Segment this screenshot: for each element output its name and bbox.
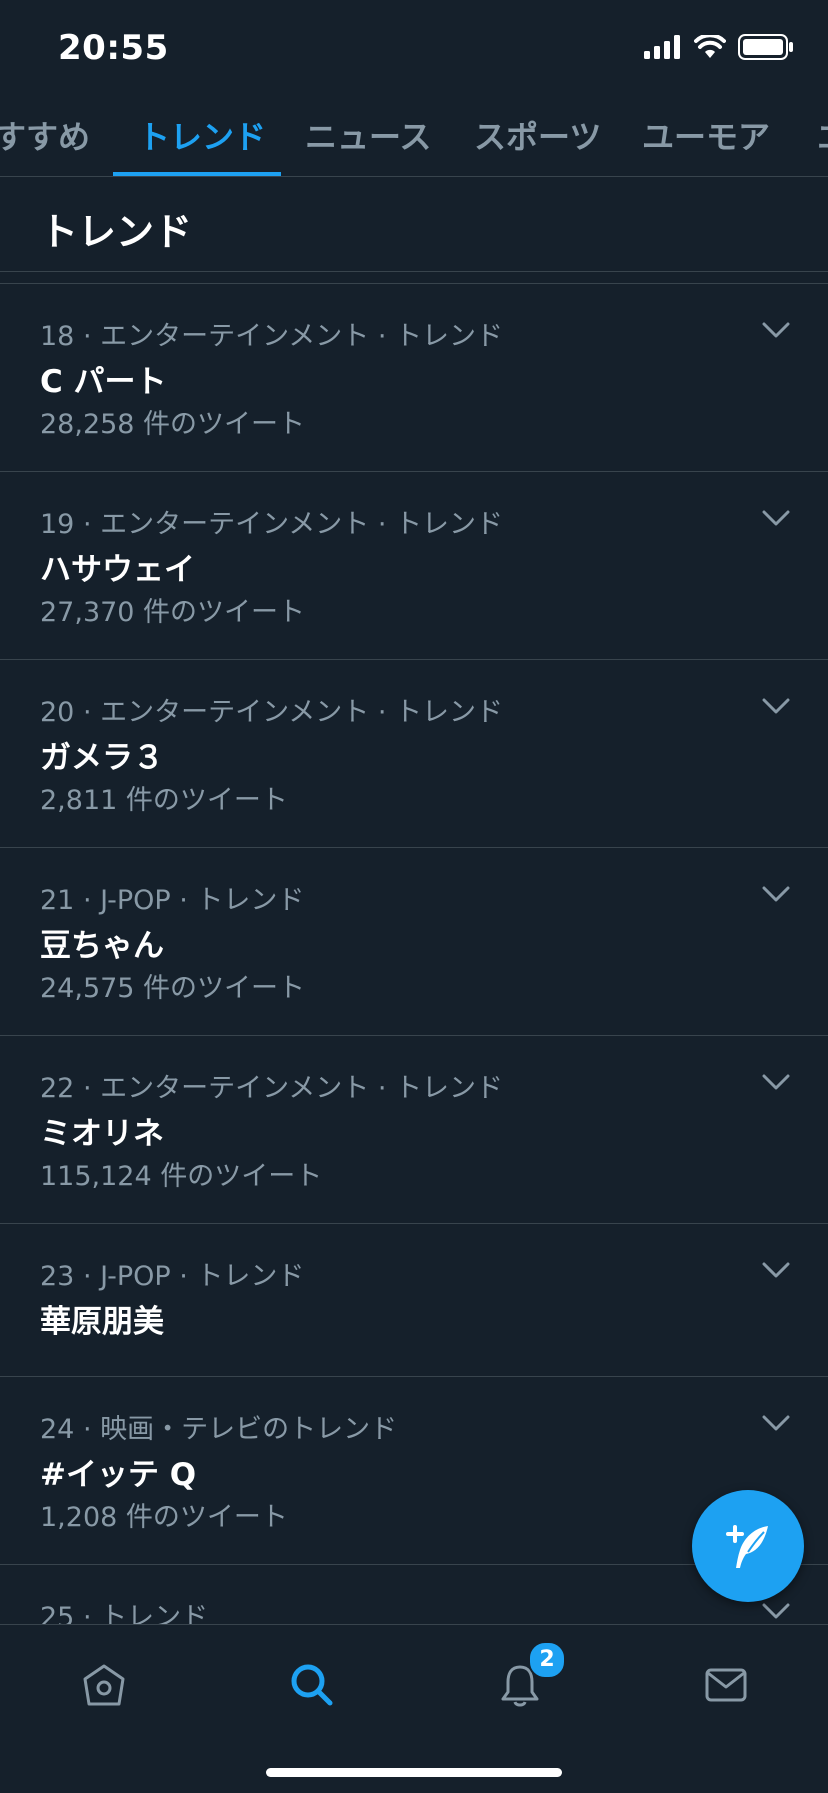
trend-name: 豆ちゃん [40, 928, 164, 964]
home-icon [83, 1664, 125, 1706]
trend-meta: 24 · 映画・テレビのトレンド [40, 1414, 398, 1445]
trend-item[interactable]: 20 · エンターテインメント · トレンド ガメラ３ 2,811 件のツイート [0, 660, 828, 848]
trend-tweet-count: 1,208 件のツイート [40, 1502, 288, 1533]
divider [0, 271, 828, 284]
trend-item[interactable]: 23 · J-POP · トレンド 華原朋美 [0, 1224, 828, 1377]
chevron-down-icon[interactable] [760, 1599, 792, 1623]
trend-meta: 22 · エンターテインメント · トレンド [40, 1073, 504, 1104]
tab-trends[interactable]: トレンド [138, 112, 266, 158]
chevron-down-icon[interactable] [760, 694, 792, 718]
section-title: トレンド [40, 210, 193, 254]
trend-meta: 18 · エンターテインメント · トレンド [40, 321, 504, 352]
trend-item[interactable]: 21 · J-POP · トレンド 豆ちゃん 24,575 件のツイート [0, 848, 828, 1036]
trend-item[interactable]: 18 · エンターテインメント · トレンド C パート 28,258 件のツイ… [0, 284, 828, 472]
tab-recommended[interactable]: すすめ [0, 112, 90, 158]
trend-name: ミオリネ [40, 1116, 164, 1152]
trend-item[interactable]: 19 · エンターテインメント · トレンド ハサウェイ 27,370 件のツイ… [0, 472, 828, 660]
trend-meta: 21 · J-POP · トレンド [40, 885, 305, 916]
chevron-down-icon[interactable] [760, 1070, 792, 1094]
status-time: 20:55 [58, 28, 169, 68]
chevron-down-icon[interactable] [760, 882, 792, 906]
trend-name: ガメラ３ [40, 740, 164, 776]
section-header: トレンド [0, 177, 828, 272]
home-indicator [266, 1768, 562, 1777]
trend-tweet-count: 24,575 件のツイート [40, 973, 306, 1004]
status-icons [644, 34, 794, 60]
chevron-down-icon[interactable] [760, 506, 792, 530]
signal-icon [644, 35, 680, 59]
trend-tweet-count: 27,370 件のツイート [40, 597, 306, 628]
nav-messages[interactable] [694, 1653, 758, 1717]
compose-tweet-button[interactable] [692, 1490, 804, 1602]
tab-humor[interactable]: ユーモア [642, 112, 770, 158]
trend-meta: 20 · エンターテインメント · トレンド [40, 697, 504, 728]
wifi-icon [694, 35, 726, 58]
trend-item[interactable]: 22 · エンターテインメント · トレンド ミオリネ 115,124 件のツイ… [0, 1036, 828, 1224]
battery-icon [738, 34, 793, 60]
mail-icon [705, 1668, 747, 1702]
tab-entertainment[interactable]: エ [817, 112, 828, 158]
status-bar: 20:55 [0, 0, 828, 98]
explore-tabs: すすめ トレンド ニュース スポーツ ユーモア エ [0, 98, 828, 177]
trend-name: 華原朋美 [40, 1304, 164, 1340]
nav-home[interactable] [72, 1653, 136, 1717]
tab-sports[interactable]: スポーツ [474, 112, 601, 158]
trend-tweet-count: 2,811 件のツイート [40, 785, 288, 816]
trend-meta: 19 · エンターテインメント · トレンド [40, 509, 504, 540]
trend-tweet-count: 115,124 件のツイート [40, 1161, 323, 1192]
chevron-down-icon[interactable] [760, 1411, 792, 1435]
trend-list: 18 · エンターテインメント · トレンド C パート 28,258 件のツイ… [0, 284, 828, 1665]
compose-feather-icon [726, 1525, 768, 1568]
chevron-down-icon[interactable] [760, 1258, 792, 1282]
nav-search[interactable] [280, 1653, 344, 1717]
trend-name: C パート [40, 364, 167, 400]
trend-name: ハサウェイ [40, 552, 195, 588]
active-tab-indicator [113, 172, 281, 176]
trend-meta: 23 · J-POP · トレンド [40, 1261, 305, 1292]
search-icon [291, 1664, 333, 1706]
chevron-down-icon[interactable] [760, 318, 792, 342]
tab-news[interactable]: ニュース [305, 112, 431, 158]
trend-name: #イッテ Q [40, 1457, 197, 1493]
notification-badge: 2 [528, 1641, 566, 1679]
trend-tweet-count: 28,258 件のツイート [40, 409, 306, 440]
